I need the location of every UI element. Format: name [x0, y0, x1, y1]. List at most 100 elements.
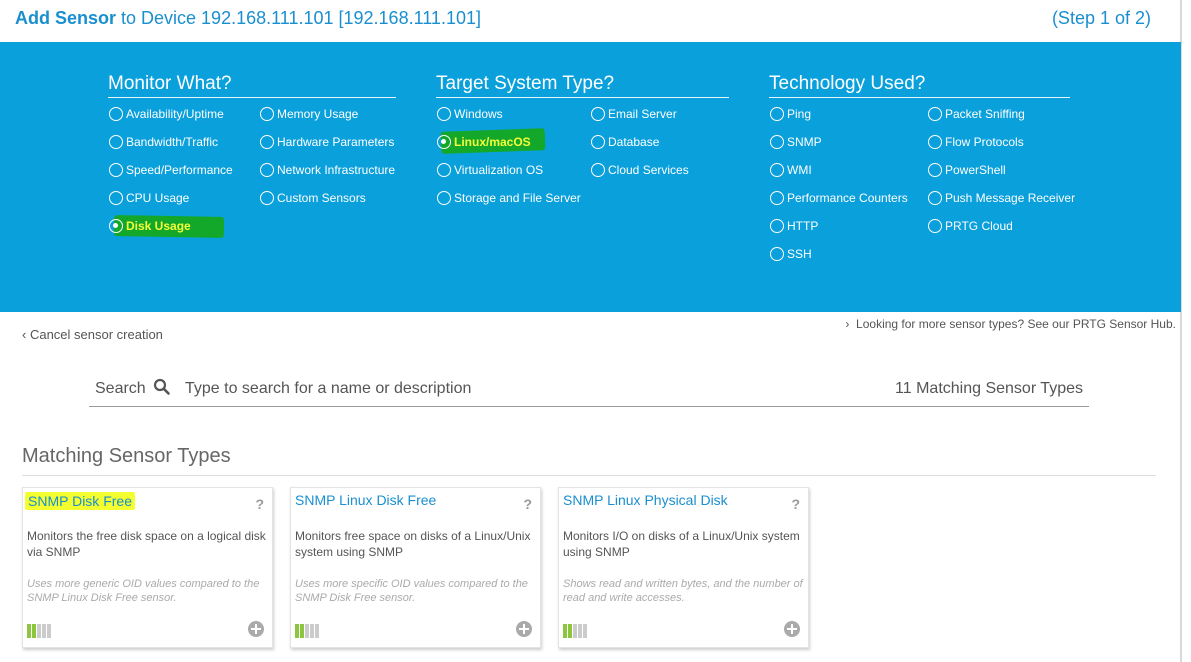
option-label: Windows: [454, 107, 503, 121]
radio-selected-icon[interactable]: [437, 134, 451, 149]
radio-selected-icon[interactable]: [109, 218, 123, 233]
technology-option-flow-protocols[interactable]: Flow Protocols: [928, 134, 1024, 150]
search-bar: Search 11 Matching Sensor Types: [89, 372, 1089, 407]
monitor-option-custom-sensors[interactable]: Custom Sensors: [260, 190, 366, 206]
radio-icon[interactable]: [260, 190, 274, 205]
option-label: Memory Usage: [277, 107, 359, 121]
target-option-cloud-services[interactable]: Cloud Services: [591, 162, 689, 178]
technology-option-http[interactable]: HTTP: [770, 218, 818, 234]
target-option-windows[interactable]: Windows: [437, 106, 503, 122]
target-option-email-server[interactable]: Email Server: [591, 106, 677, 122]
radio-icon[interactable]: [260, 106, 274, 121]
radio-icon[interactable]: [770, 246, 784, 261]
radio-icon[interactable]: [109, 190, 123, 205]
radio-icon[interactable]: [770, 218, 784, 233]
sensor-card-snmp-disk-free[interactable]: SNMP Disk Free ? Monitors the free disk …: [22, 487, 273, 648]
impact-bar-segment: [568, 624, 572, 638]
impact-bar-segment: [578, 624, 582, 638]
radio-icon[interactable]: [437, 162, 451, 177]
sensor-card-snmp-linux-physical-disk[interactable]: SNMP Linux Physical Disk ? Monitors I/O …: [558, 487, 809, 648]
matching-count: 11 Matching Sensor Types: [895, 380, 1083, 397]
add-circle-icon[interactable]: [516, 621, 532, 637]
radio-icon[interactable]: [437, 106, 451, 121]
sensor-hub-link[interactable]: › Looking for more sensor types? See our…: [845, 317, 1176, 331]
monitor-option-disk-usage[interactable]: Disk Usage: [109, 218, 191, 234]
monitor-option-bandwidth-traffic[interactable]: Bandwidth/Traffic: [109, 134, 218, 150]
search-input[interactable]: [185, 377, 745, 401]
monitor-option-speed-performance[interactable]: Speed/Performance: [109, 162, 233, 178]
technology-option-snmp[interactable]: SNMP: [770, 134, 822, 150]
target-heading: Target System Type?: [436, 73, 729, 98]
impact-bar-segment: [583, 624, 587, 638]
radio-icon[interactable]: [260, 134, 274, 149]
radio-icon[interactable]: [928, 190, 942, 205]
monitor-option-network-infrastructure[interactable]: Network Infrastructure: [260, 162, 395, 178]
sensor-card-note: Shows read and written bytes, and the nu…: [563, 578, 803, 604]
monitor-option-availability-uptime[interactable]: Availability/Uptime: [109, 106, 224, 122]
radio-icon[interactable]: [770, 134, 784, 149]
radio-icon[interactable]: [928, 134, 942, 149]
target-option-linux-macos[interactable]: Linux/macOS: [437, 134, 531, 150]
target-option-virtualization-os[interactable]: Virtualization OS: [437, 162, 543, 178]
divider: [22, 475, 1156, 476]
sensor-card-description: Monitors free space on disks of a Linux/…: [295, 529, 531, 559]
radio-icon[interactable]: [109, 106, 123, 121]
option-label: Database: [608, 135, 660, 149]
technology-option-ping[interactable]: Ping: [770, 106, 811, 122]
help-icon[interactable]: ?: [791, 496, 800, 512]
technology-option-push-message-receiver[interactable]: Push Message Receiver: [928, 190, 1075, 206]
sensor-card-note: Uses more specific OID values compared t…: [295, 578, 528, 604]
technology-option-prtg-cloud[interactable]: PRTG Cloud: [928, 218, 1013, 234]
radio-icon[interactable]: [770, 162, 784, 177]
option-label: Flow Protocols: [945, 135, 1024, 149]
technology-option-performance-counters[interactable]: Performance Counters: [770, 190, 908, 206]
sensor-card-title[interactable]: SNMP Disk Free: [25, 492, 135, 510]
cancel-link-label: Cancel sensor creation: [29, 327, 163, 342]
option-label: Network Infrastructure: [277, 163, 396, 177]
option-label: Packet Sniffing: [945, 107, 1025, 121]
technology-option-powershell[interactable]: PowerShell: [928, 162, 1006, 178]
radio-icon[interactable]: [770, 190, 784, 205]
technology-option-wmi[interactable]: WMI: [770, 162, 812, 178]
monitor-option-hardware-parameters[interactable]: Hardware Parameters: [260, 134, 394, 150]
option-label: HTTP: [787, 219, 819, 233]
monitor-section: Monitor What?: [108, 73, 396, 98]
add-circle-icon[interactable]: [248, 621, 264, 637]
option-label: Disk Usage: [126, 219, 191, 233]
monitor-option-cpu-usage[interactable]: CPU Usage: [109, 190, 189, 206]
radio-icon[interactable]: [928, 162, 942, 177]
radio-icon[interactable]: [591, 134, 605, 149]
add-circle-icon[interactable]: [784, 621, 800, 637]
impact-bar-segment: [37, 624, 41, 638]
radio-icon[interactable]: [928, 218, 942, 233]
technology-option-ssh[interactable]: SSH: [770, 246, 812, 262]
sensor-card-description: Monitors I/O on disks of a Linux/Unix sy…: [563, 529, 800, 559]
monitor-option-memory-usage[interactable]: Memory Usage: [260, 106, 358, 122]
target-option-database[interactable]: Database: [591, 134, 659, 150]
radio-icon[interactable]: [928, 106, 942, 121]
cancel-link[interactable]: ‹ Cancel sensor creation: [22, 327, 163, 342]
radio-icon[interactable]: [591, 162, 605, 177]
radio-icon[interactable]: [109, 134, 123, 149]
help-icon[interactable]: ?: [255, 496, 264, 512]
option-label: Linux/macOS: [454, 135, 531, 149]
option-label: Email Server: [608, 107, 677, 121]
impact-bar-segment: [310, 624, 314, 638]
radio-icon[interactable]: [591, 106, 605, 121]
radio-icon[interactable]: [770, 106, 784, 121]
technology-option-packet-sniffing[interactable]: Packet Sniffing: [928, 106, 1025, 122]
sensor-card-snmp-linux-disk-free[interactable]: SNMP Linux Disk Free ? Monitors free spa…: [290, 487, 541, 648]
search-label: Search: [95, 380, 146, 397]
sensor-card-title[interactable]: SNMP Linux Disk Free: [295, 492, 436, 508]
header: Add Sensor to Device 192.168.111.101 [19…: [0, 0, 1191, 42]
monitor-heading: Monitor What?: [108, 73, 396, 98]
option-label: Cloud Services: [608, 163, 689, 177]
technology-section: Technology Used?: [769, 73, 1070, 98]
target-option-storage-and-file-server[interactable]: Storage and File Server: [437, 190, 581, 206]
sensor-card-title[interactable]: SNMP Linux Physical Disk: [563, 492, 728, 508]
radio-icon[interactable]: [437, 190, 451, 205]
option-label: Speed/Performance: [126, 163, 233, 177]
help-icon[interactable]: ?: [523, 496, 532, 512]
radio-icon[interactable]: [260, 162, 274, 177]
radio-icon[interactable]: [109, 162, 123, 177]
